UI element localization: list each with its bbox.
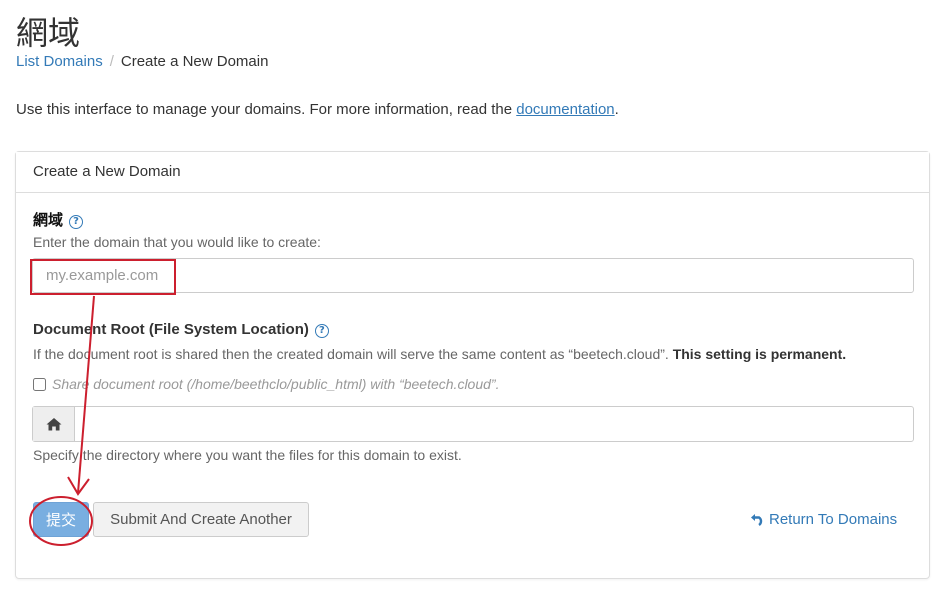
intro-period: . [614, 101, 619, 118]
document-root-label: Document Root (File System Location)? [33, 321, 329, 338]
intro-text: Use this interface to manage your domain… [16, 101, 619, 118]
domain-hint: Enter the domain that you would like to … [33, 234, 321, 250]
question-circle-icon[interactable]: ? [69, 215, 84, 229]
share-document-root-label: Share document root (/home/beethclo/publ… [52, 376, 500, 392]
intro-sentence: Use this interface to manage your domain… [16, 101, 517, 118]
breadcrumb-current: Create a New Domain [120, 53, 269, 70]
document-root-input-group [32, 406, 914, 442]
domain-label: 網域? [33, 209, 84, 230]
document-root-hint: If the document root is shared then the … [33, 346, 846, 362]
breadcrumb-separator: / [109, 53, 114, 70]
document-root-permanent-note: This setting is permanent. [672, 346, 847, 362]
question-circle-icon[interactable]: ? [314, 324, 329, 338]
home-icon-glyph [46, 418, 61, 431]
return-to-domains-link[interactable]: Return To Domains [750, 511, 897, 528]
create-domain-panel: Create a New Domain 網域? Enter the domain… [15, 151, 930, 579]
return-to-domains-label: Return To Domains [769, 511, 898, 528]
domain-label-text: 網域 [33, 211, 64, 229]
share-document-root-checkbox[interactable] [33, 378, 46, 391]
breadcrumb: List Domains / Create a New Domain [16, 53, 268, 70]
document-root-input[interactable] [75, 407, 913, 441]
panel-heading: Create a New Domain [16, 152, 929, 193]
undo-arrow-icon [751, 514, 763, 526]
submit-and-create-another-button[interactable]: Submit And Create Another [93, 502, 309, 537]
domain-input[interactable] [32, 258, 914, 293]
document-root-label-text: Document Root (File System Location) [33, 321, 309, 338]
document-root-hint-text: If the document root is shared then the … [33, 346, 673, 362]
submit-button[interactable]: 提交 [33, 502, 89, 537]
documentation-link[interactable]: documentation [516, 101, 614, 118]
breadcrumb-list-domains-link[interactable]: List Domains [16, 53, 103, 70]
share-document-root-option[interactable]: Share document root (/home/beethclo/publ… [33, 376, 499, 392]
document-root-directory-hint: Specify the directory where you want the… [33, 447, 462, 463]
home-icon [33, 407, 75, 441]
page-title: 網域 [16, 14, 81, 52]
